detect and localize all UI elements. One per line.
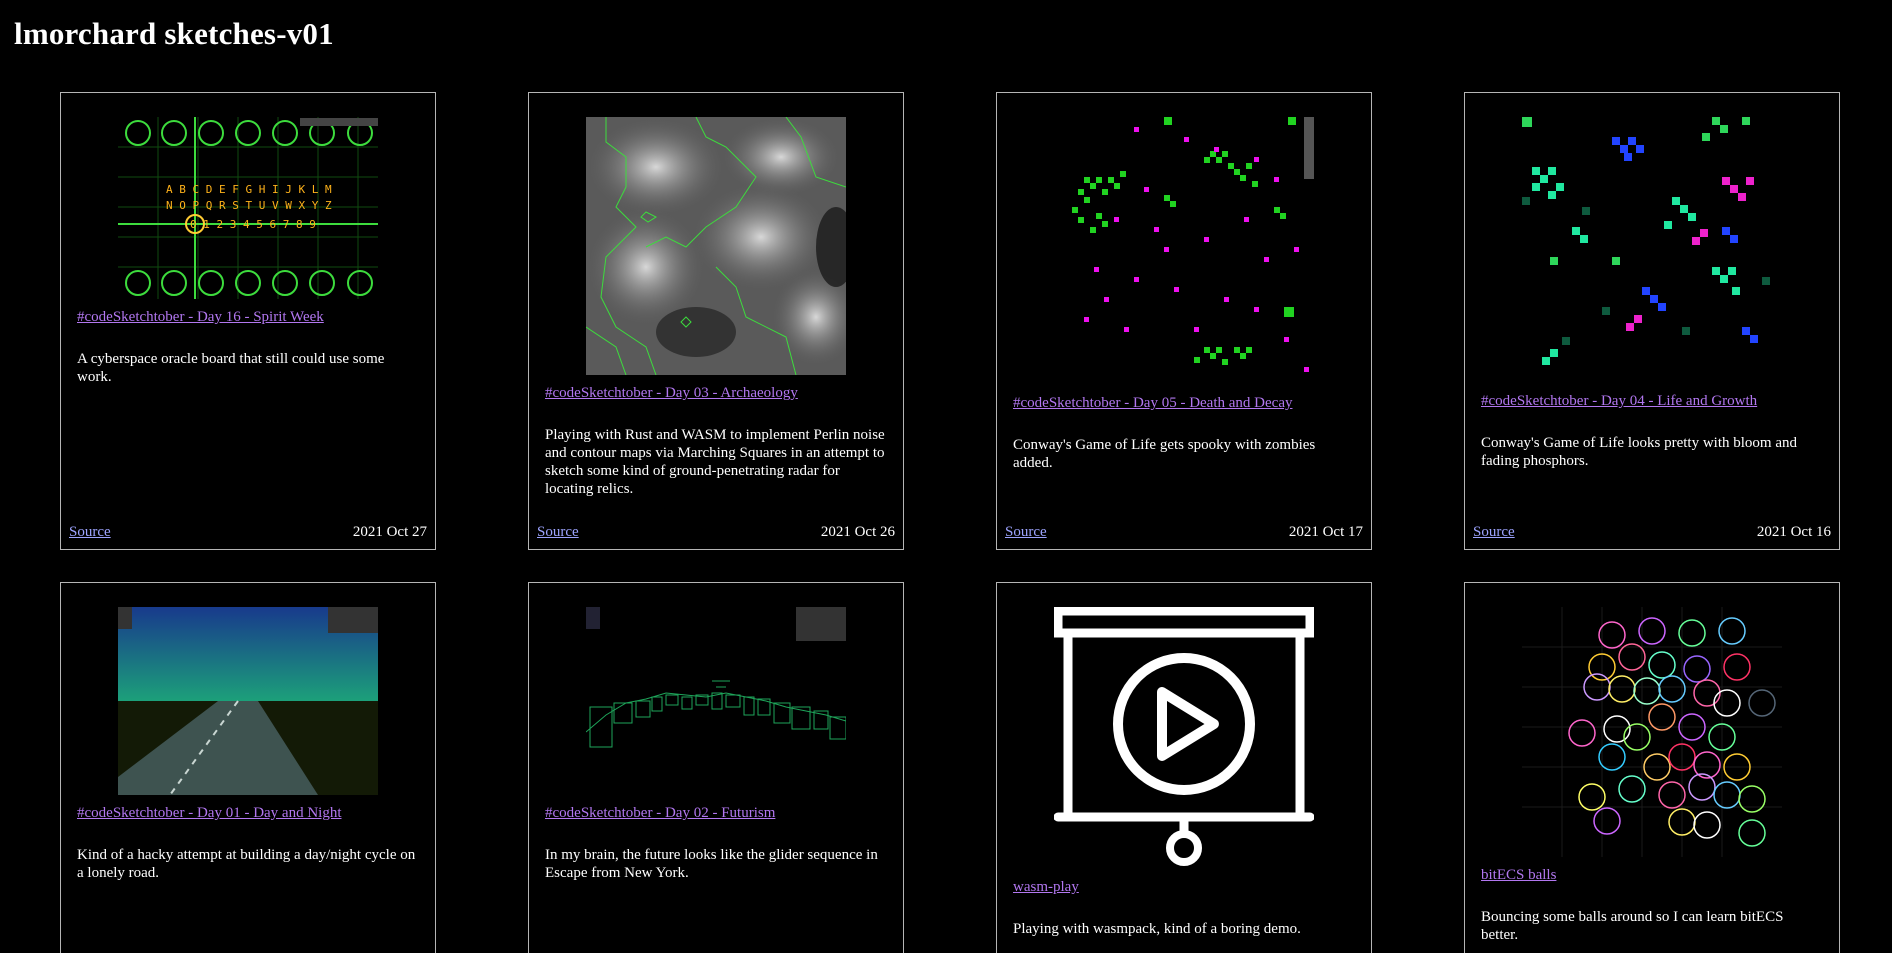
game-of-life-phosphor-thumbnail[interactable] (1522, 117, 1782, 383)
svg-text:0 1 2 3 4 5 6 7 8 9: 0 1 2 3 4 5 6 7 8 9 (190, 218, 316, 231)
card-description: Kind of a hacky attempt at building a da… (77, 847, 416, 881)
card-description: In my brain, the future looks like the g… (545, 847, 878, 881)
sketch-card-bitecs-balls: bitECS balls Bouncing some balls around … (1464, 582, 1840, 953)
card-date: 2021 Oct 16 (1756, 524, 1831, 540)
sketch-card-spirit-week: A B C D E F G H I J K L M N O P Q R S T … (60, 92, 436, 550)
svg-text:A B C D E F G H I J K L M: A B C D E F G H I J K L M (166, 183, 332, 196)
sketch-card-archaeology: #codeSketchtober - Day 03 - Archaeology … (528, 92, 904, 550)
card-description: Conway's Game of Life gets spooky with z… (1013, 437, 1316, 471)
card-title-link[interactable]: #codeSketchtober - Day 04 - Life and Gro… (1481, 393, 1757, 410)
lonely-road-thumbnail[interactable] (118, 607, 378, 795)
oracle-board-thumbnail[interactable]: A B C D E F G H I J K L M N O P Q R S T … (118, 117, 378, 299)
card-title-link[interactable]: #codeSketchtober - Day 02 - Futurism (545, 805, 775, 822)
bouncing-balls-thumbnail[interactable] (1522, 607, 1782, 857)
wireframe-city-thumbnail[interactable] (586, 607, 846, 795)
svg-text:N O P Q R S T U V W X Y Z: N O P Q R S T U V W X Y Z (166, 199, 332, 212)
source-link[interactable]: Source (537, 524, 579, 541)
card-description: Conway's Game of Life looks pretty with … (1481, 435, 1797, 469)
card-title-link[interactable]: wasm-play (1013, 879, 1079, 896)
sketch-card-wasm-play: wasm-play Playing with wasmpack, kind of… (996, 582, 1372, 953)
card-description: Playing with wasmpack, kind of a boring … (1013, 921, 1301, 937)
sketch-card-futurism: #codeSketchtober - Day 02 - Futurism In … (528, 582, 904, 953)
source-link[interactable]: Source (1005, 524, 1047, 541)
card-description: Bouncing some balls around so I can lear… (1481, 909, 1784, 943)
perlin-noise-thumbnail[interactable] (586, 117, 846, 375)
card-date: 2021 Oct 27 (352, 524, 427, 540)
card-title-link[interactable]: bitECS balls (1481, 867, 1556, 884)
card-date: 2021 Oct 26 (820, 524, 895, 540)
card-title-link[interactable]: #codeSketchtober - Day 05 - Death and De… (1013, 395, 1292, 412)
card-title-link[interactable]: #codeSketchtober - Day 16 - Spirit Week (77, 309, 324, 326)
card-description: Playing with Rust and WASM to implement … (545, 427, 885, 497)
video-presentation-icon[interactable] (1054, 607, 1314, 869)
sketch-grid: A B C D E F G H I J K L M N O P Q R S T … (60, 92, 1840, 953)
sketch-card-day-and-night: #codeSketchtober - Day 01 - Day and Nigh… (60, 582, 436, 953)
page-title: lmorchard sketches-v01 (14, 16, 334, 51)
source-link[interactable]: Source (1473, 524, 1515, 541)
card-date: 2021 Oct 17 (1288, 524, 1363, 540)
card-description: A cyberspace oracle board that still cou… (77, 351, 385, 385)
source-link[interactable]: Source (69, 524, 111, 541)
sketch-card-life-and-growth: #codeSketchtober - Day 04 - Life and Gro… (1464, 92, 1840, 550)
card-title-link[interactable]: #codeSketchtober - Day 01 - Day and Nigh… (77, 805, 342, 822)
game-of-life-zombies-thumbnail[interactable] (1054, 117, 1314, 385)
card-title-link[interactable]: #codeSketchtober - Day 03 - Archaeology (545, 385, 798, 402)
sketch-card-death-and-decay: #codeSketchtober - Day 05 - Death and De… (996, 92, 1372, 550)
